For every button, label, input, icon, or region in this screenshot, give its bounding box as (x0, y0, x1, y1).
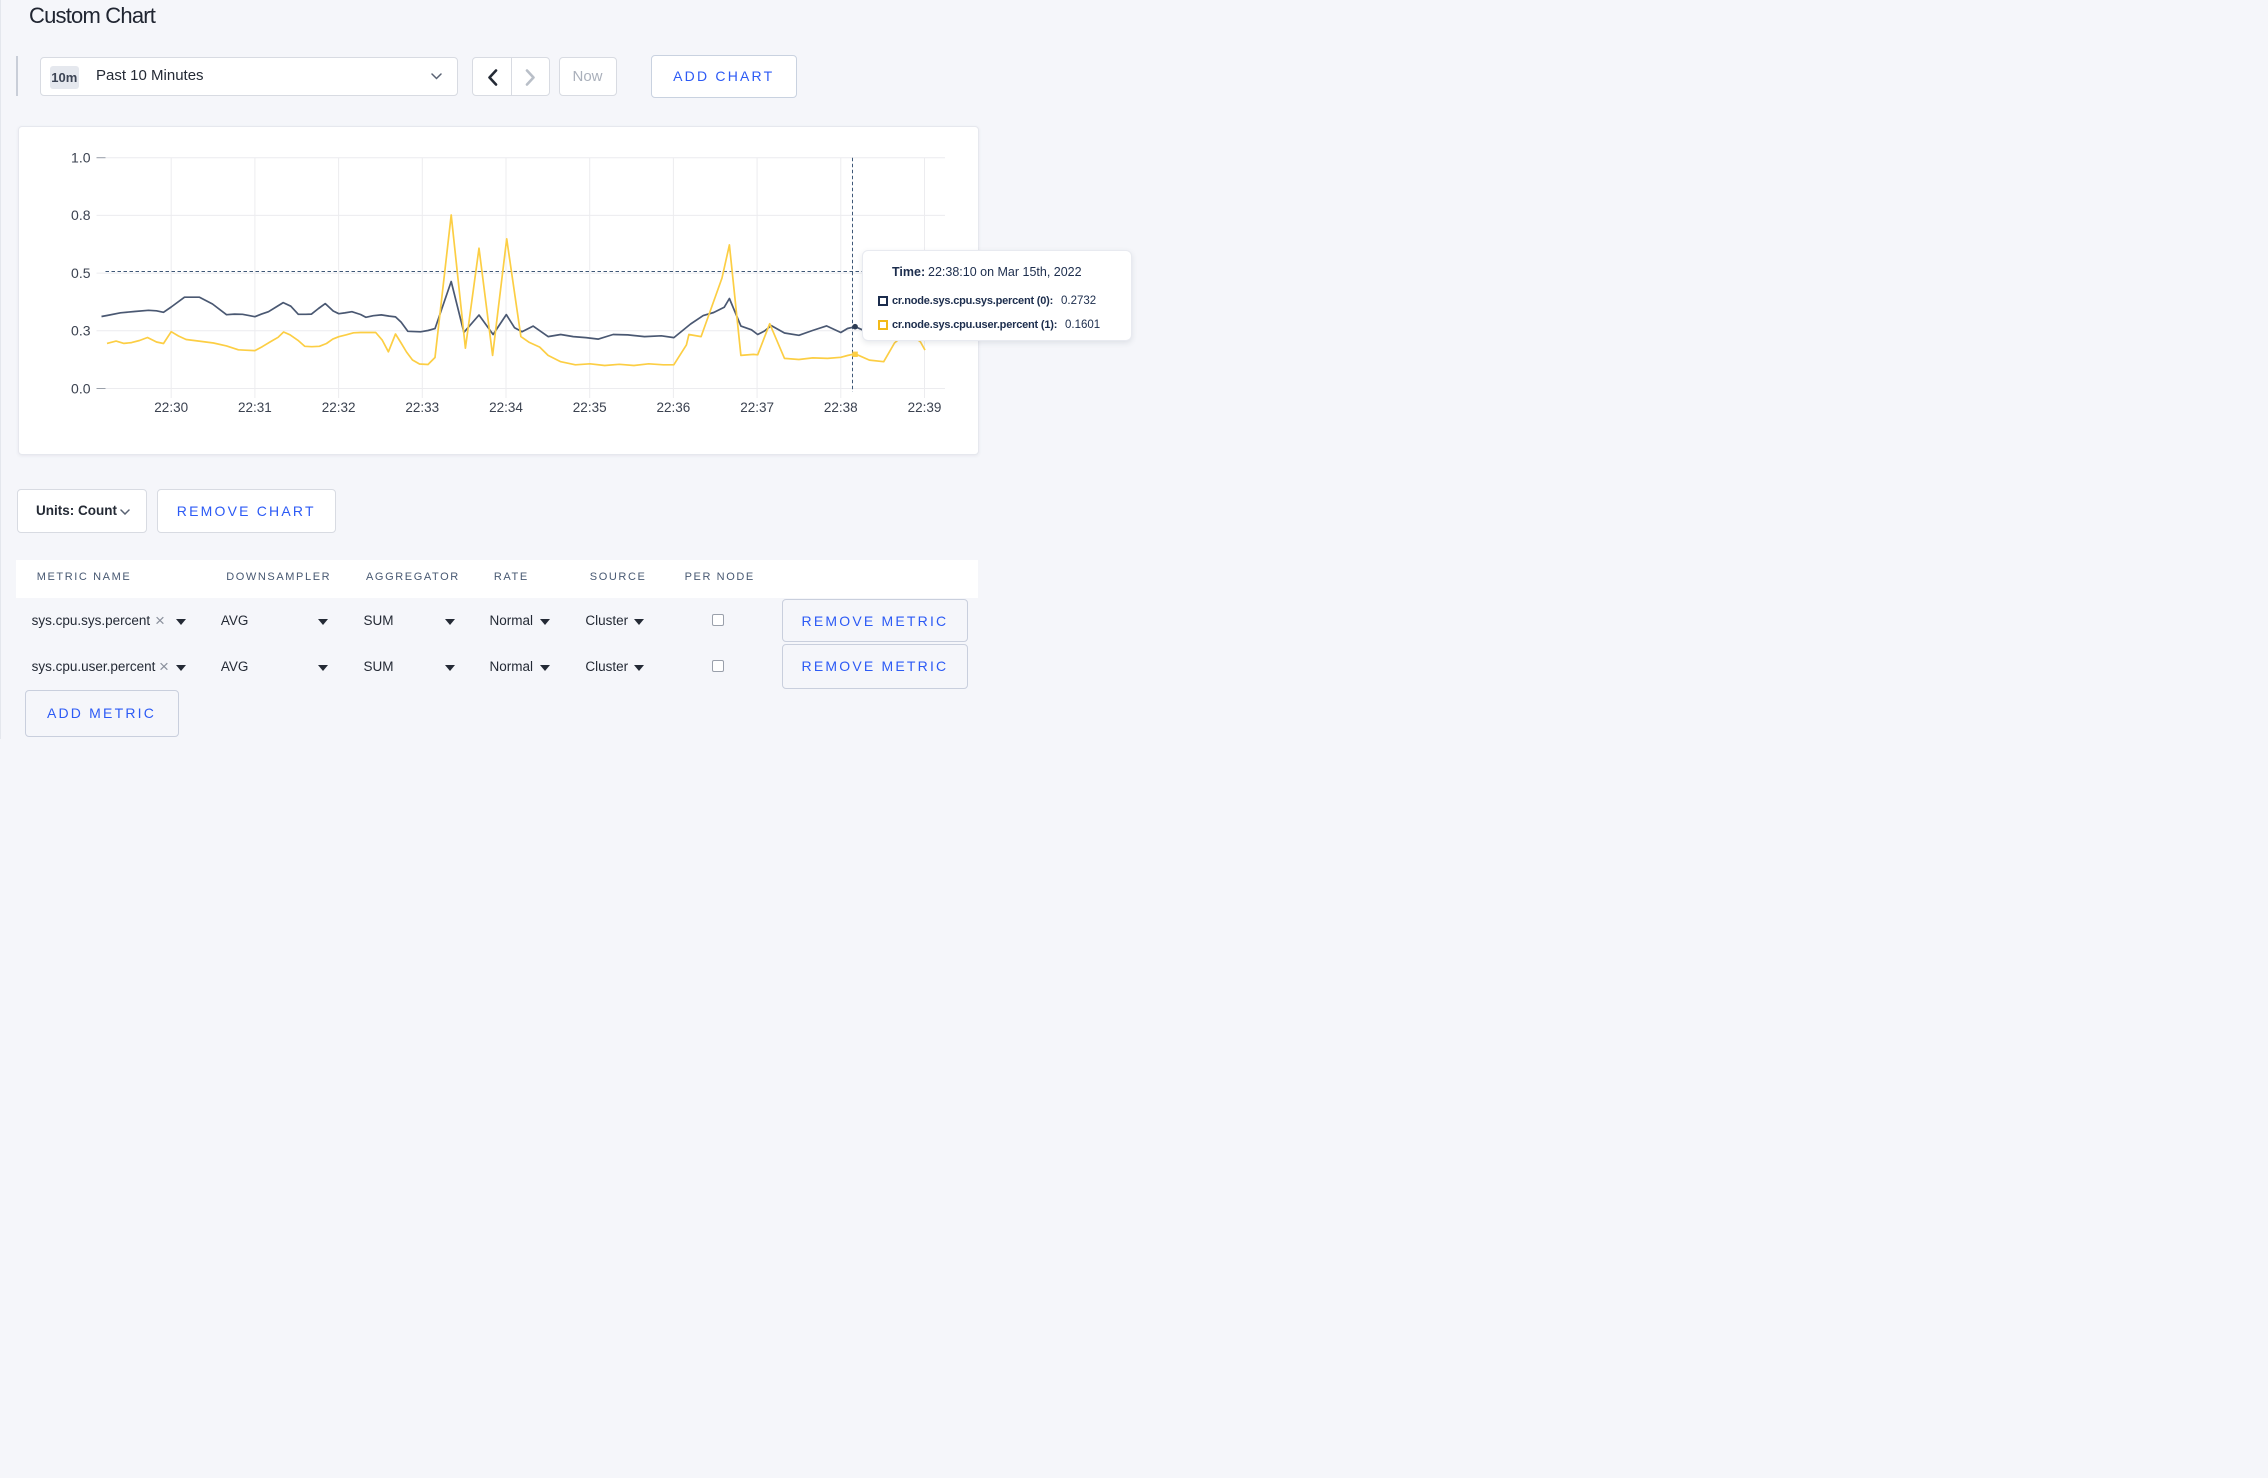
svg-text:22:36: 22:36 (656, 400, 690, 415)
svg-text:0.0: 0.0 (71, 380, 91, 396)
svg-text:0.3: 0.3 (71, 323, 91, 339)
svg-text:22:37: 22:37 (740, 400, 774, 415)
svg-text:22:32: 22:32 (321, 400, 355, 415)
svg-text:22:31: 22:31 (238, 400, 272, 415)
svg-text:0.8: 0.8 (71, 207, 91, 223)
svg-text:22:34: 22:34 (489, 400, 523, 415)
svg-text:22:35: 22:35 (572, 400, 606, 415)
svg-text:22:33: 22:33 (405, 400, 439, 415)
svg-text:0.5: 0.5 (71, 265, 91, 281)
svg-text:22:39: 22:39 (907, 400, 941, 415)
svg-text:1.0: 1.0 (71, 150, 91, 166)
svg-text:22:30: 22:30 (154, 400, 188, 415)
svg-text:22:38: 22:38 (823, 400, 857, 415)
